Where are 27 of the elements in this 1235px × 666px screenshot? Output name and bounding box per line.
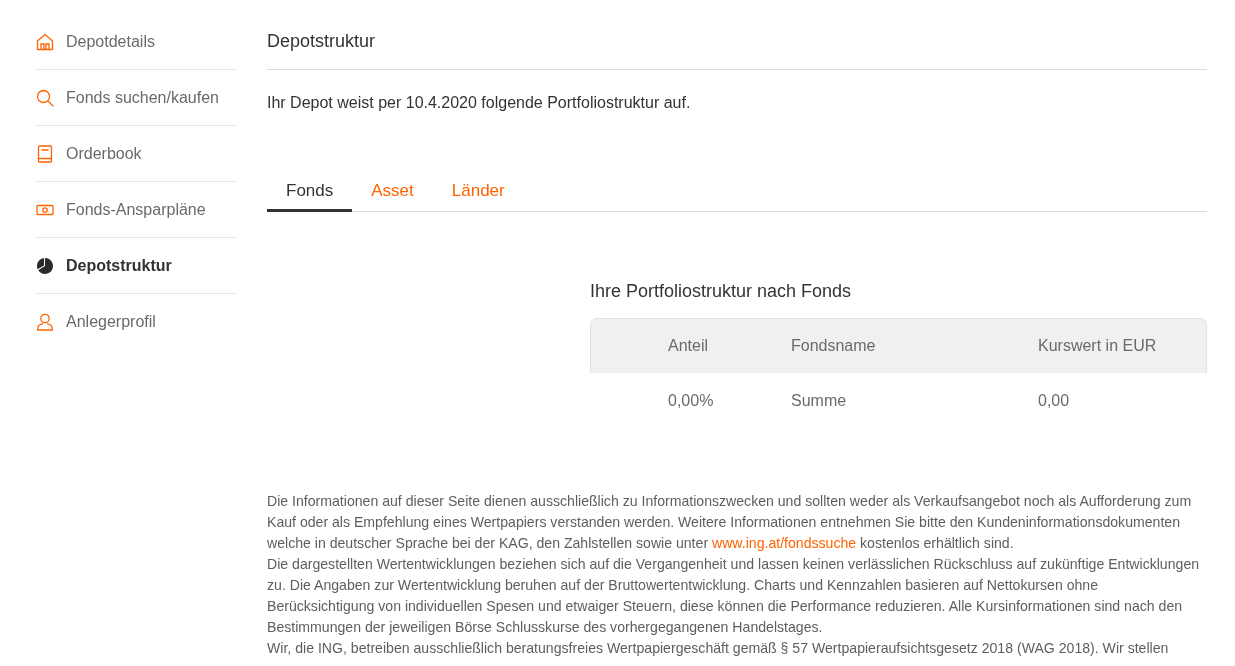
page-title: Depotstruktur xyxy=(267,14,1207,70)
column-header: Kurswert in EUR xyxy=(1038,337,1157,355)
table-title: Ihre Portfoliostruktur nach Fonds xyxy=(590,280,853,303)
table-cell: 0,00 xyxy=(1038,392,1070,410)
intro-text: Ihr Depot weist per 10.4.2020 folgende Portfoliostruktur auf. xyxy=(267,93,692,113)
tab[interactable]: Länder xyxy=(432,168,524,212)
house-icon xyxy=(36,32,54,51)
person-icon xyxy=(36,313,54,331)
sidebar-item[interactable]: Orderbook xyxy=(35,126,237,182)
book-icon xyxy=(36,144,54,163)
pie-chart-icon xyxy=(36,256,54,275)
tab[interactable]: Asset xyxy=(352,168,433,212)
table-cell: Summe xyxy=(791,392,847,410)
sidebar-item[interactable]: Depotstruktur xyxy=(35,238,237,294)
column-header: Anteil xyxy=(668,337,709,355)
disclaimer-paragraph: Die Informationen auf dieser Seite dienen ausschließlich zu Informationszwecken und sollten weder als Verkaufsangebot noch als Aufforderung zum Kauf oder als Empfehlung eines Wertpapiers verstanden werden. Weitere Informationen entnehmen Sie bitte den Kundeninformationsdokumenten welche in deutscher Sprache bei der KAG, den Zahlstellen sowie unter www.ing.at/fondssuche kostenlos erhältlich sind. xyxy=(267,492,1193,553)
sidebar-item[interactable]: Fonds suchen/kaufen xyxy=(35,70,237,126)
column-header: Fondsname xyxy=(791,337,876,355)
fund-search-link[interactable]: www.ing.at/fondssuche xyxy=(712,535,857,551)
table-cell: 0,00% xyxy=(668,392,714,410)
tab[interactable]: Fonds xyxy=(267,168,353,212)
disclaimer-paragraph: Die dargestellten Wertentwicklungen beziehen sich auf die Vergangenheit und lassen keinen verlässlichen Rückschluss auf zukünftige Entwicklungen zu. Die Angaben zur Wertentwicklung beruhen auf der Bruttowertentwicklung. Charts und Kennzahlen basieren auf Nettokursen ohne Berücksichtigung von individuellen Spesen und etwaiger Steuern, diese können die Performance reduzieren. Alle Kursinformationen sind nach den Bestimmungen der jeweiligen Börse Schlusskurse des vorhergegangenen Handelstages. xyxy=(267,555,1201,637)
sidebar-item[interactable]: Depotdetails xyxy=(35,14,237,70)
sidebar-item[interactable]: Fonds-Ansparpläne xyxy=(35,182,237,238)
disclaimer-paragraph: Wir, die ING, betreiben ausschließlich beratungsfreies Wertpapiergeschäft gemäß § 57 Wertpapieraufsichtsgesetz 2018 (WAG 2018). Wir stellen xyxy=(267,639,1170,658)
search-icon xyxy=(36,88,54,107)
sidebar-item[interactable]: Anlegerprofil xyxy=(35,294,237,350)
